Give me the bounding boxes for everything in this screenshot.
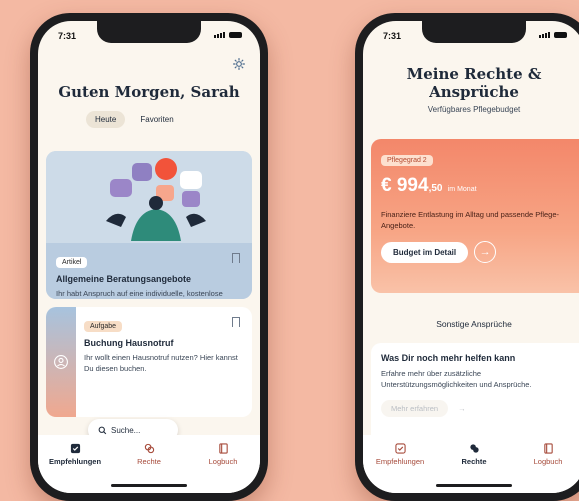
budget-actions: Budget im Detail → [381,241,575,263]
article-chip: Artikel [56,257,88,268]
article-title: Allgemeine Beratungsangebote [56,274,192,284]
home-indicator [436,484,512,487]
more-help-title: Was Dir noch mehr helfen kann [381,353,516,363]
search-icon [98,426,107,434]
article-card[interactable]: Artikel Allgemeine Beratungsangebote Ihr… [46,151,252,299]
logbook-tab-icon [543,443,553,454]
task-card-body: Aufgabe Buchung Hausnotruf Ihr wollt ein… [84,315,244,374]
emergency-user-icon [54,355,68,369]
tab-rights-label: Rechte [461,457,487,466]
signal-battery-icon [214,32,242,38]
tab-logbook[interactable]: Logbuch [188,443,258,493]
amount-unit: im Monat [447,186,477,193]
task-card[interactable]: Aufgabe Buchung Hausnotruf Ihr wollt ein… [46,307,252,417]
status-time: 7:31 [383,31,402,41]
article-description: Ihr habt Anspruch auf eine individuelle,… [56,289,223,298]
page-subtitle: Verfügbares Pflegebudget [427,105,521,114]
segment-favorites[interactable]: Favoriten [131,111,182,128]
rights-tab-icon [469,444,479,453]
article-card-text: Artikel Allgemeine Beratungsangebote Ihr… [46,243,252,299]
bookmark-icon[interactable] [232,317,240,327]
currency-symbol: € [381,175,392,196]
section-heading: Sonstige Ansprüche [436,319,512,329]
care-level-chip: Pflegegrad 2 [381,155,433,166]
budget-card: Pflegegrad 2 € 994,50 im Monat Finanzier… [371,139,579,293]
amount-main: 994 [396,175,429,196]
signal-battery-icon [539,32,567,38]
tab-recommendations[interactable]: Empfehlungen [40,443,110,493]
logbook-tab-icon [218,443,228,454]
rights-screen: 7:31 Meine Rechte & Ansprüche Verfügbare… [363,21,579,493]
tab-logbook-label: Logbuch [208,457,238,466]
recommendations-tab-icon [70,443,80,454]
page-title: Meine Rechte & Ansprüche [363,65,579,101]
consultation-illustration [46,151,252,241]
learn-more-button[interactable]: Mehr erfahren [381,400,449,417]
task-side-gradient [46,307,76,417]
tab-rights-label: Rechte [137,457,161,466]
more-help-action[interactable]: Mehr erfahren → [381,400,575,417]
task-description: Ihr wollt einen Hausnotruf nutzen? Hier … [84,353,238,373]
page-title-line-2: Ansprüche [429,83,519,101]
notch [97,21,201,43]
budget-description: Finanziere Entlastung im Alltag und pass… [381,210,560,230]
settings-gear-icon[interactable] [232,57,246,71]
home-screen: 7:31 Guten Morgen, Sarah Heute Favoriten [38,21,260,493]
bookmark-icon[interactable] [232,253,240,263]
task-chip: Aufgabe [84,321,123,332]
search-label: Suche... [111,425,141,435]
home-indicator [111,484,187,487]
tab-recommendations-label: Empfehlungen [375,457,425,466]
arrow-right-icon[interactable]: → [474,241,497,263]
home-segment-control: Heute Favoriten [86,111,183,128]
notch [422,21,526,43]
task-title: Buchung Hausnotruf [84,338,174,348]
greeting-title: Guten Morgen, Sarah [58,83,240,101]
status-time: 7:31 [58,31,77,41]
page-title-line-1: Meine Rechte & [406,65,542,83]
tab-recommendations-label: Empfehlungen [48,457,102,466]
phone-rights: 7:31 Meine Rechte & Ansprüche Verfügbare… [355,13,579,501]
arrow-right-icon: → [458,404,466,413]
recommendations-tab-icon [394,443,406,454]
more-help-description: Erfahre mehr über zusätzliche Unterstütz… [381,369,532,389]
tab-logbook-label: Logbuch [533,457,563,466]
amount-decimals: ,50 [428,183,443,194]
tab-recommendations[interactable]: Empfehlungen [365,443,435,493]
budget-detail-button[interactable]: Budget im Detail [381,241,469,263]
segment-today[interactable]: Heute [86,111,126,128]
phone-home: 7:31 Guten Morgen, Sarah Heute Favoriten [30,13,268,501]
tab-logbook[interactable]: Logbuch [513,443,579,493]
budget-amount: € 994,50 im Monat [381,175,575,197]
rights-tab-icon [144,443,154,454]
